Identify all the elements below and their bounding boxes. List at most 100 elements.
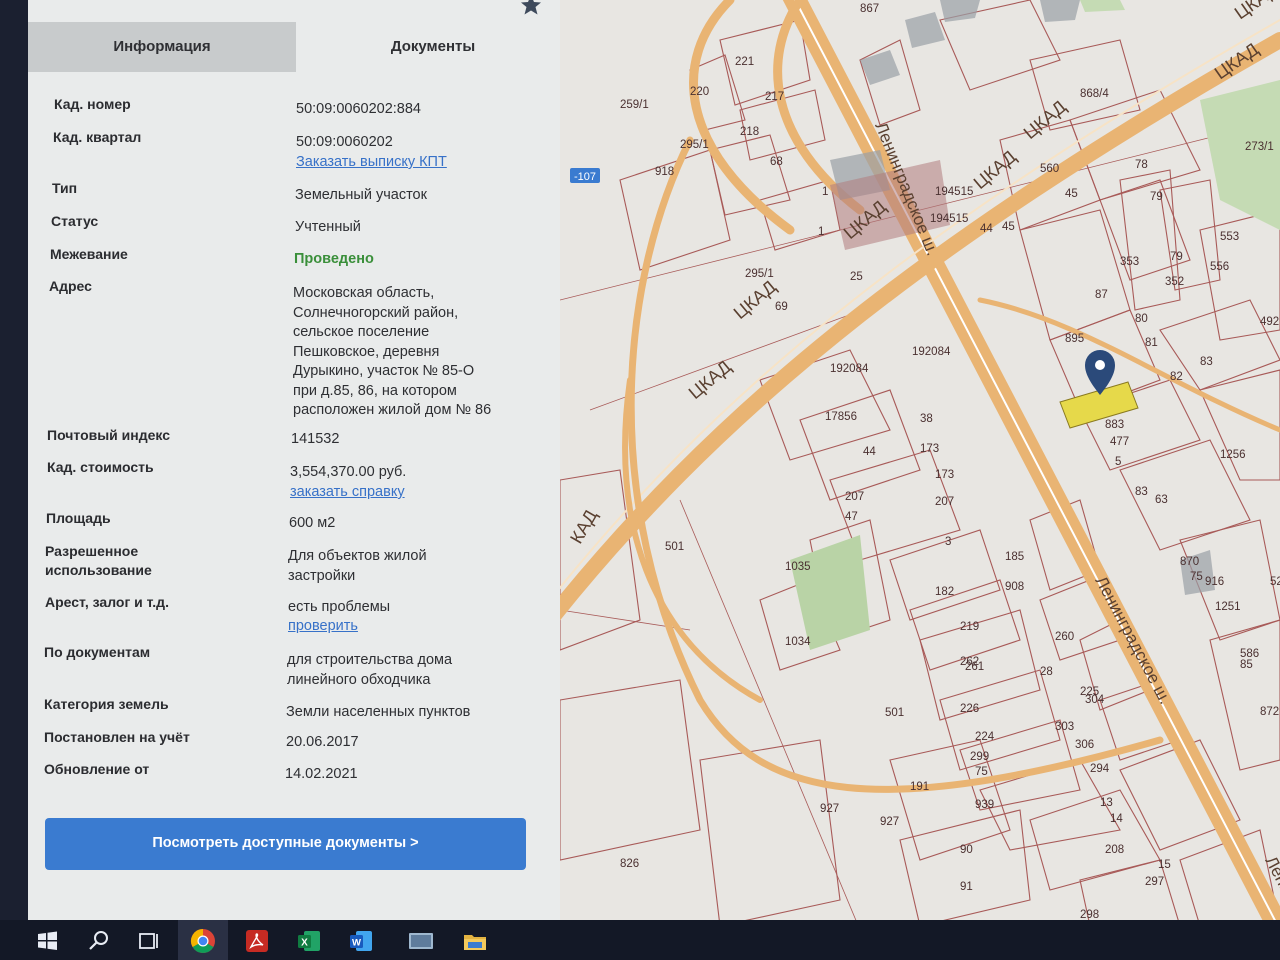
address-line: сельское поселение: [293, 324, 430, 340]
address-line: при д.85, 86, на котором: [293, 382, 457, 399]
parcel-number: 75: [975, 766, 988, 778]
parcel-number: 304: [1085, 694, 1105, 706]
field-label-cad-cost: Кад. стоимость: [47, 459, 154, 475]
explorer-icon[interactable]: [406, 926, 436, 956]
value-line: для строительства дома: [287, 652, 453, 668]
address-line: Солнечногорский район,: [293, 304, 459, 321]
parcel-number: 185: [1005, 551, 1024, 563]
order-kpt-link[interactable]: Заказать выписку КПТ: [296, 153, 541, 173]
parcel-number: 868/4: [1080, 88, 1109, 100]
address-line: расположен жилой дом № 86: [293, 402, 492, 418]
tab-information[interactable]: Информация: [28, 22, 296, 72]
field-label-cad-number: Кад. номер: [54, 96, 131, 112]
value-line: Для объектов жилой: [288, 548, 427, 564]
parcel-number: 220: [690, 86, 709, 98]
parcel-number: 217: [765, 91, 784, 103]
parcel-number: 44: [980, 223, 993, 235]
parcel-number: 79: [1150, 191, 1163, 203]
parcel-number: 75: [1190, 571, 1203, 583]
parcel-number: 15: [1158, 859, 1171, 871]
field-label-permitted-use: Разрешенное использование: [45, 542, 275, 580]
building: [1040, 0, 1080, 22]
parcel-number: 91: [960, 881, 973, 893]
parcel-number: 38: [920, 413, 933, 425]
field-value-updated: 14.02.2021: [285, 766, 358, 782]
field-label-land-category: Категория земель: [44, 696, 169, 712]
parcel-number: 870: [1180, 556, 1199, 568]
address-line: Пешковское, деревня: [293, 343, 440, 360]
parcel-number: 939: [975, 799, 994, 811]
field-value-permitted-use: Для объектов жилой застройки: [288, 547, 533, 586]
field-label-status: Статус: [51, 213, 99, 229]
chrome-icon[interactable]: [188, 926, 218, 956]
field-label-registered: Постановлен на учёт: [44, 729, 190, 745]
address-line: Дурыкино, участок № 85-О: [293, 363, 475, 379]
folder-icon[interactable]: [460, 926, 490, 956]
windows-icon[interactable]: [32, 926, 62, 956]
parcel-number: 28: [1040, 666, 1053, 678]
parcel-number: 918: [655, 166, 674, 178]
cadastral-map[interactable]: ЦКАДЦКАДЦКАДЦКАДЦКАДЦКАДЦКАДКАДЛенинград…: [560, 0, 1280, 926]
parcel-number: 1035: [785, 561, 811, 573]
parcel-number: 501: [665, 541, 684, 553]
parcel-number: 560: [1040, 163, 1059, 175]
parcel-number: 1256: [1220, 449, 1246, 461]
acrobat-icon[interactable]: [242, 926, 272, 956]
parcel-number: 352: [1165, 276, 1184, 288]
parcel-number: 69: [775, 301, 788, 313]
parcel-number: 477: [1110, 436, 1129, 448]
parcel-number: 173: [920, 443, 939, 455]
star-icon[interactable]: [520, 0, 542, 16]
parcel-number: 194515: [930, 213, 968, 225]
label-line: Разрешенное: [45, 543, 139, 559]
info-panel: Информация Документы Кад. номер 50:09:00…: [28, 0, 570, 926]
view-documents-button[interactable]: Посмотреть доступные документы >: [45, 818, 526, 870]
parcel-number: 17856: [825, 411, 857, 423]
parcel-number: 867: [860, 3, 879, 15]
field-value-cad-number: 50:09:0060202:884: [296, 101, 421, 117]
search-icon[interactable]: [84, 926, 114, 956]
parcel-number: 82: [1170, 371, 1183, 383]
parcel-number: 221: [735, 56, 754, 68]
parcel-number: 260: [1055, 631, 1074, 643]
parcel-number: 13: [1100, 797, 1113, 809]
excel-icon[interactable]: X: [294, 926, 324, 956]
parcel-number: 3: [945, 536, 951, 548]
parcel-number: 182: [935, 586, 954, 598]
parcel-number: 306: [1075, 739, 1094, 751]
svg-text:W: W: [352, 938, 361, 949]
parcel-number: 501: [885, 707, 904, 719]
parcel-number: 1251: [1215, 601, 1241, 613]
parcel-number: 273/1: [1245, 141, 1274, 153]
parcel-number: 80: [1135, 313, 1148, 325]
parcel-number: 872: [1260, 706, 1279, 718]
task-view-icon[interactable]: [134, 926, 164, 956]
field-label-arrest: Арест, залог и т.д.: [45, 594, 169, 610]
value-line: застройки: [288, 567, 356, 584]
parcel-number: 173: [935, 469, 954, 481]
field-label-postal: Почтовый индекс: [47, 427, 171, 443]
field-value-arrest: есть проблемы: [288, 599, 391, 615]
field-label-address: Адрес: [49, 278, 92, 294]
parcel-number: 207: [935, 496, 954, 508]
park-area: [1080, 0, 1125, 12]
tab-documents[interactable]: Документы: [296, 22, 570, 72]
parcel-number: 52: [1270, 576, 1280, 588]
field-value-registered: 20.06.2017: [286, 734, 359, 750]
parcel-number: 79: [1170, 251, 1183, 263]
check-link[interactable]: проверить: [288, 617, 533, 637]
parcel-number: 192084: [912, 346, 951, 358]
parcel-number: 63: [1155, 494, 1168, 506]
parcel-number: 224: [975, 731, 995, 743]
parcel-number: 908: [1005, 581, 1024, 593]
parcel-number: 299: [970, 751, 989, 763]
order-certificate-link[interactable]: заказать справку: [290, 483, 535, 503]
parcel-number: 90: [960, 844, 973, 856]
parcel-number: 226: [960, 703, 979, 715]
field-value-land-category: Земли населенных пунктов: [286, 704, 471, 720]
parcel-number: 826: [620, 858, 639, 870]
parcel-number: 219: [960, 621, 979, 633]
parcel-number: 1: [818, 226, 824, 238]
parcel-number: 916: [1205, 576, 1224, 588]
word-icon[interactable]: W: [346, 926, 376, 956]
